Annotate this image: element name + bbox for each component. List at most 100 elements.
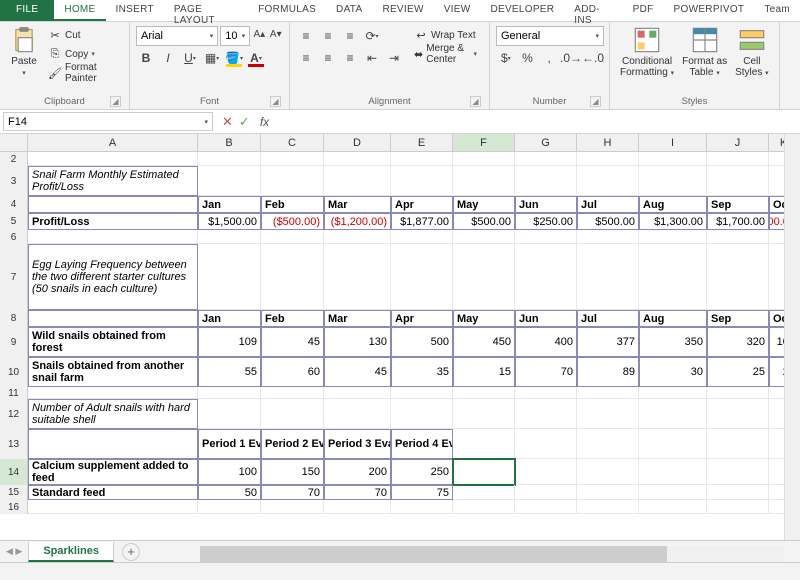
cell-E[interactable] xyxy=(391,387,453,399)
cell-E[interactable] xyxy=(391,230,453,244)
cell-D[interactable]: 70 xyxy=(324,485,391,500)
cell-C[interactable] xyxy=(261,399,324,429)
cell-F[interactable] xyxy=(453,429,515,459)
cell-A[interactable] xyxy=(28,429,198,459)
cell-B[interactable] xyxy=(198,387,261,399)
cell-J[interactable] xyxy=(707,485,769,500)
cell-G[interactable]: 70 xyxy=(515,357,577,387)
cell-H[interactable] xyxy=(577,429,639,459)
cell-C[interactable] xyxy=(261,166,324,196)
comma-icon[interactable]: , xyxy=(539,48,559,68)
currency-icon[interactable]: $▾ xyxy=(496,48,516,68)
cell-H[interactable] xyxy=(577,399,639,429)
cell-A[interactable]: Number of Adult snails with hard suitabl… xyxy=(28,399,198,429)
increase-decimal-icon[interactable]: .0→ xyxy=(561,48,581,68)
cell-C[interactable]: 45 xyxy=(261,327,324,357)
font-name-combo[interactable]: Arial▾ xyxy=(136,26,218,46)
cell-D[interactable] xyxy=(324,244,391,310)
cell-D[interactable] xyxy=(324,166,391,196)
cell-D[interactable] xyxy=(324,399,391,429)
sheet-tab-sparklines[interactable]: Sparklines xyxy=(28,542,114,562)
cell-E[interactable]: $1,877.00 xyxy=(391,213,453,230)
align-right-icon[interactable]: ≡ xyxy=(340,48,360,68)
cell-H[interactable]: Jul xyxy=(577,196,639,213)
cell-I[interactable] xyxy=(639,387,707,399)
cell-C[interactable] xyxy=(261,500,324,514)
cell-J[interactable] xyxy=(707,429,769,459)
col-header-I[interactable]: I xyxy=(639,134,707,151)
cell-C[interactable]: Feb xyxy=(261,310,324,327)
row-header-13[interactable]: 13 xyxy=(0,429,28,459)
cell-J[interactable] xyxy=(707,152,769,166)
tab-page-layout[interactable]: PAGE LAYOUT xyxy=(164,0,248,21)
cell-B[interactable]: 55 xyxy=(198,357,261,387)
cell-B[interactable]: 100 xyxy=(198,459,261,485)
tab-team[interactable]: Team xyxy=(754,0,800,21)
cell-E[interactable] xyxy=(391,399,453,429)
cell-B[interactable]: 50 xyxy=(198,485,261,500)
cut-button[interactable]: ✂Cut xyxy=(46,26,119,44)
row-header-12[interactable]: 12 xyxy=(0,399,28,429)
cell-C[interactable]: 70 xyxy=(261,485,324,500)
cell-F[interactable]: 15 xyxy=(453,357,515,387)
align-top-icon[interactable]: ≡ xyxy=(296,26,316,46)
align-middle-icon[interactable]: ≡ xyxy=(318,26,338,46)
cell-E[interactable]: Period 4 Evaluation xyxy=(391,429,453,459)
cell-G[interactable] xyxy=(515,459,577,485)
font-color-button[interactable]: A▾ xyxy=(246,48,266,68)
merge-center-button[interactable]: ⬌Merge & Center ▾ xyxy=(412,45,479,63)
clipboard-launcher[interactable]: ◢ xyxy=(110,96,121,107)
cell-F[interactable] xyxy=(453,230,515,244)
font-launcher[interactable]: ◢ xyxy=(270,96,281,107)
tab-formulas[interactable]: FORMULAS xyxy=(248,0,326,21)
row-header-4[interactable]: 4 xyxy=(0,196,28,213)
cell-F[interactable] xyxy=(453,485,515,500)
cell-E[interactable]: 35 xyxy=(391,357,453,387)
tab-file[interactable]: FILE xyxy=(0,0,54,21)
cell-A[interactable] xyxy=(28,152,198,166)
conditional-formatting-button[interactable]: ConditionalFormatting ▾ xyxy=(616,24,678,94)
cell-G[interactable] xyxy=(515,166,577,196)
cell-I[interactable]: Aug xyxy=(639,196,707,213)
add-sheet-button[interactable]: + xyxy=(122,543,140,561)
cell-D[interactable]: 130 xyxy=(324,327,391,357)
cell-H[interactable]: 377 xyxy=(577,327,639,357)
cancel-formula-icon[interactable]: ✕ xyxy=(222,114,233,130)
cell-F[interactable]: 450 xyxy=(453,327,515,357)
tab-developer[interactable]: DEVELOPER xyxy=(480,0,564,21)
cell-E[interactable]: 75 xyxy=(391,485,453,500)
cell-D[interactable]: ($1,200.00) xyxy=(324,213,391,230)
format-as-table-button[interactable]: Format asTable ▾ xyxy=(678,24,731,94)
cell-J[interactable]: Sep xyxy=(707,196,769,213)
borders-button[interactable]: ▦▾ xyxy=(202,48,222,68)
cell-B[interactable] xyxy=(198,244,261,310)
cell-I[interactable]: Aug xyxy=(639,310,707,327)
select-all-corner[interactable] xyxy=(0,134,28,151)
row-header-3[interactable]: 3 xyxy=(0,166,28,196)
cell-J[interactable] xyxy=(707,459,769,485)
cell-J[interactable] xyxy=(707,500,769,514)
cell-J[interactable] xyxy=(707,399,769,429)
cell-H[interactable] xyxy=(577,244,639,310)
cell-A[interactable] xyxy=(28,196,198,213)
wrap-text-button[interactable]: ↩Wrap Text xyxy=(412,26,479,44)
cell-F[interactable]: May xyxy=(453,196,515,213)
cell-B[interactable] xyxy=(198,152,261,166)
number-format-combo[interactable]: General▾ xyxy=(496,26,604,46)
cell-B[interactable]: $1,500.00 xyxy=(198,213,261,230)
cell-E[interactable] xyxy=(391,500,453,514)
cell-F[interactable] xyxy=(453,152,515,166)
tab-data[interactable]: DATA xyxy=(326,0,372,21)
cell-styles-button[interactable]: CellStyles ▾ xyxy=(731,24,773,94)
cell-A[interactable]: Profit/Loss xyxy=(28,213,198,230)
col-header-D[interactable]: D xyxy=(324,134,391,151)
formula-input[interactable] xyxy=(273,112,800,131)
cell-G[interactable]: Jun xyxy=(515,310,577,327)
cell-F[interactable]: $500.00 xyxy=(453,213,515,230)
cell-A[interactable] xyxy=(28,310,198,327)
cell-E[interactable]: Apr xyxy=(391,310,453,327)
cell-E[interactable]: Apr xyxy=(391,196,453,213)
percent-icon[interactable]: % xyxy=(518,48,538,68)
tab-powerpivot[interactable]: POWERPIVOT xyxy=(664,0,755,21)
cell-A[interactable] xyxy=(28,387,198,399)
